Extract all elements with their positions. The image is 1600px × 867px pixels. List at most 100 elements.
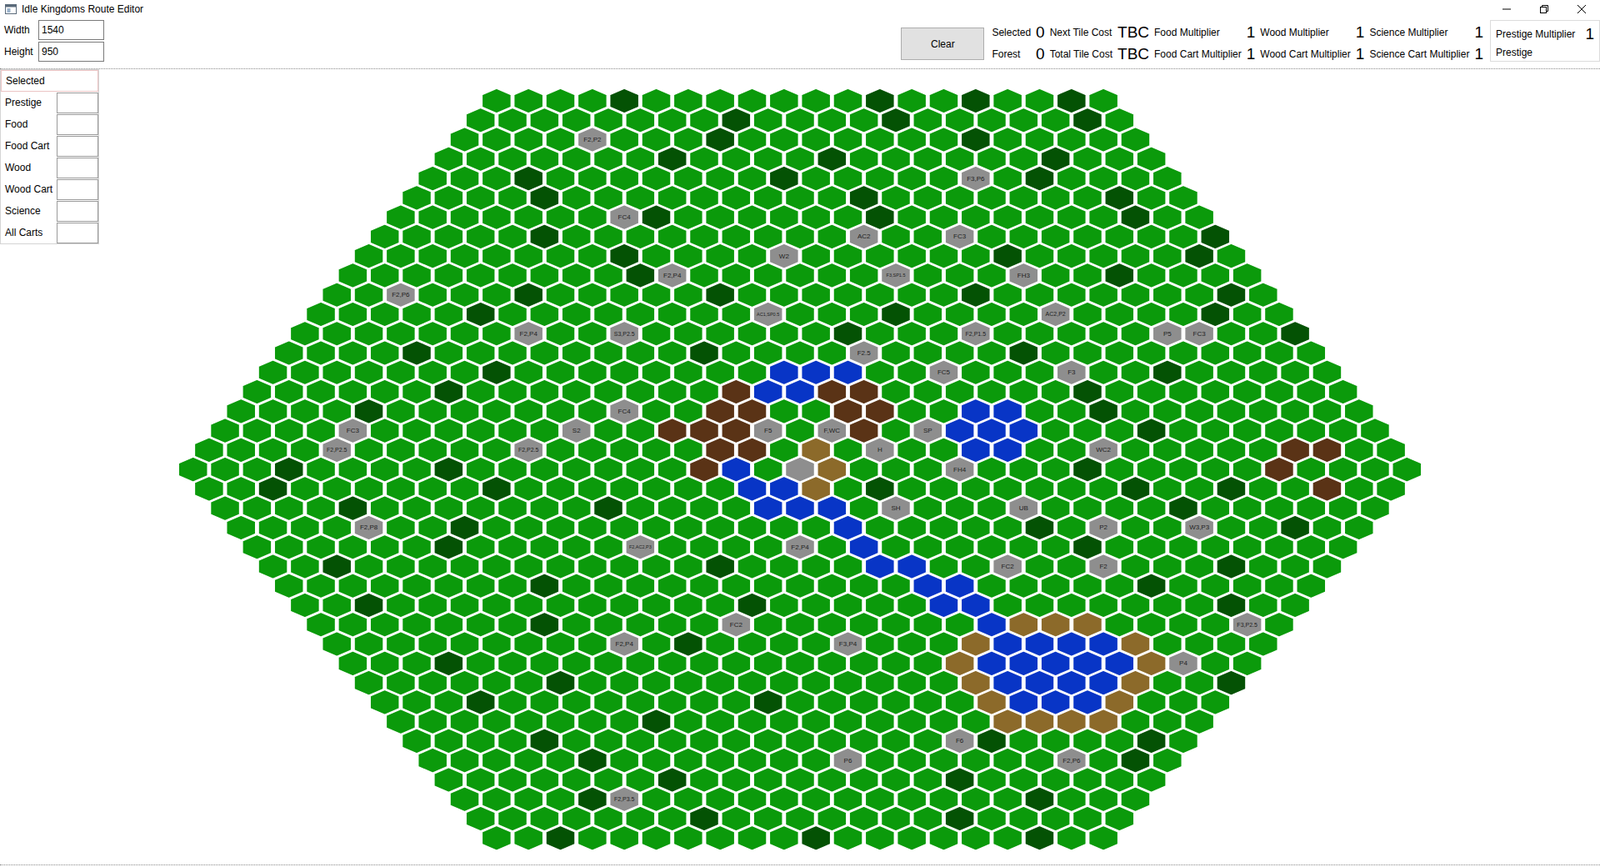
hex-tile[interactable] — [1025, 825, 1055, 850]
restore-button[interactable] — [1525, 0, 1563, 19]
stat-label: Forest — [991, 48, 1031, 60]
stat-value: 1 — [1355, 43, 1365, 65]
tile-label: F3,SP1.5 — [886, 272, 906, 278]
selected-field-input[interactable] — [56, 200, 99, 222]
stat-value: 0 — [1035, 43, 1045, 65]
size-input[interactable] — [38, 20, 105, 40]
title-bar: Idle Kingdoms Route Editor — [0, 0, 1600, 19]
tile-label: F3 — [1067, 368, 1076, 376]
close-button[interactable] — [1562, 0, 1600, 19]
selected-field-label: Food Cart — [5, 140, 57, 152]
hex-tile[interactable] — [960, 825, 990, 850]
selected-field-row: Food Cart — [0, 135, 99, 157]
stat-label: Food Cart Multiplier — [1154, 48, 1242, 60]
stat-value: 1 — [1474, 43, 1484, 65]
hex-tile[interactable] — [929, 825, 959, 850]
selected-field-input[interactable] — [56, 157, 99, 179]
hex-tile[interactable] — [833, 825, 863, 850]
hex-tile[interactable] — [481, 825, 511, 850]
hex-tile[interactable] — [545, 825, 575, 850]
hex-tile[interactable] — [641, 825, 671, 850]
selected-field-input[interactable] — [56, 92, 99, 114]
tile-label: FC3 — [1193, 330, 1207, 338]
tile-label: FH4 — [953, 465, 967, 474]
selected-field-label: All Carts — [5, 226, 57, 239]
stat-label: Wood Multiplier — [1260, 26, 1350, 39]
hex-tile[interactable] — [673, 825, 703, 850]
restore-icon — [1540, 5, 1549, 14]
tile-label: F2,P4 — [615, 640, 635, 648]
close-icon — [1577, 5, 1586, 14]
hex-tile[interactable] — [705, 825, 735, 850]
hex-tile[interactable] — [610, 825, 640, 850]
size-input[interactable] — [38, 41, 105, 62]
prestige-value: 1 — [1585, 23, 1595, 45]
tile-label: FC5 — [937, 368, 951, 376]
selected-field-input[interactable] — [56, 135, 99, 157]
tile-label: P6 — [844, 756, 853, 765]
tile-label: P5 — [1163, 330, 1172, 338]
tile-label: F2,P8 — [360, 523, 379, 531]
selected-field-label: Science — [5, 205, 57, 217]
hex-tile[interactable] — [514, 825, 544, 850]
stat-value: TBC — [1117, 21, 1150, 44]
clear-button[interactable]: Clear — [900, 27, 985, 60]
tile-label: FC2 — [730, 620, 744, 629]
tile-label: F5 — [764, 426, 773, 435]
tile-label: F3,P6 — [966, 175, 985, 183]
hex-tile[interactable] — [897, 825, 927, 850]
tile-label: F2.5 — [857, 349, 872, 357]
stat-label: Science Multiplier — [1369, 26, 1470, 39]
tile-label: UB — [1019, 504, 1029, 512]
size-label: Height — [4, 45, 39, 58]
selected-field-input[interactable] — [56, 114, 99, 135]
hex-tile[interactable] — [993, 825, 1023, 850]
hex-tile[interactable] — [737, 825, 767, 850]
prestige-sub-label: Prestige — [1495, 46, 1595, 59]
selected-panel: SelectedPrestigeFoodFood CartWoodWood Ca… — [0, 69, 100, 245]
hex-tile[interactable] — [1089, 825, 1119, 850]
minimize-icon — [1502, 5, 1511, 14]
selected-field-label: Prestige — [5, 96, 57, 109]
hex-tile[interactable] — [769, 825, 799, 850]
minimize-button[interactable] — [1487, 0, 1525, 19]
hex-tile[interactable] — [865, 825, 895, 850]
tile-label: FC3 — [953, 232, 967, 240]
tile-label: FC4 — [618, 213, 632, 221]
hex-tile[interactable] — [577, 825, 607, 850]
tile-label: F2,P6 — [1062, 756, 1081, 765]
tile-label: F2,P4 — [520, 330, 539, 338]
selected-field-row: Food — [0, 113, 99, 135]
app-icon — [5, 4, 17, 15]
stat-value: 1 — [1246, 43, 1256, 65]
selected-field-input[interactable] — [56, 222, 99, 244]
stat-label: Food Multiplier — [1154, 26, 1242, 39]
tile-label: P4 — [1179, 659, 1188, 667]
stat-value: 1 — [1474, 21, 1484, 44]
hex-tile[interactable] — [1056, 825, 1086, 850]
tile-label: WC2 — [1095, 445, 1111, 454]
selected-field-row: Prestige — [0, 91, 99, 114]
stat-value: TBC — [1117, 43, 1150, 65]
tile-label: AC2 — [857, 232, 871, 240]
stat-label: Wood Cart Multiplier — [1260, 48, 1350, 60]
selected-field-row: Science — [0, 200, 99, 222]
tile-label: F2,P3.5 — [614, 795, 635, 802]
tile-label: F3,P2.5 — [1236, 621, 1258, 628]
stats-grid: Selected0Next Tile CostTBCFood Multiplie… — [991, 18, 1484, 65]
hex-tile[interactable] — [801, 825, 831, 850]
tile-label: F2,P1.5 — [965, 330, 987, 337]
selected-panel-title: Selected — [0, 70, 99, 92]
selected-field-input[interactable] — [56, 179, 99, 200]
tile-label: F2,P6 — [391, 290, 410, 299]
size-label: Width — [4, 24, 39, 36]
selected-field-label: Wood Cart — [5, 183, 57, 195]
tile-label: F2,P4 — [663, 271, 682, 280]
tile-label: W3,P3 — [1189, 523, 1210, 531]
stat-value: 1 — [1246, 21, 1256, 44]
tile-label: F,WC — [824, 426, 841, 435]
hex-map[interactable]: F2,P2F3,P6FC4AC2FC3W2F2,P4F3,SP1.5FH3F2,… — [175, 87, 1425, 851]
toolbar: Width Height ClearSelected0Next Tile CostT… — [0, 18, 1600, 69]
selected-field-row: Wood Cart — [0, 178, 99, 200]
size-row: Height — [4, 41, 105, 62]
